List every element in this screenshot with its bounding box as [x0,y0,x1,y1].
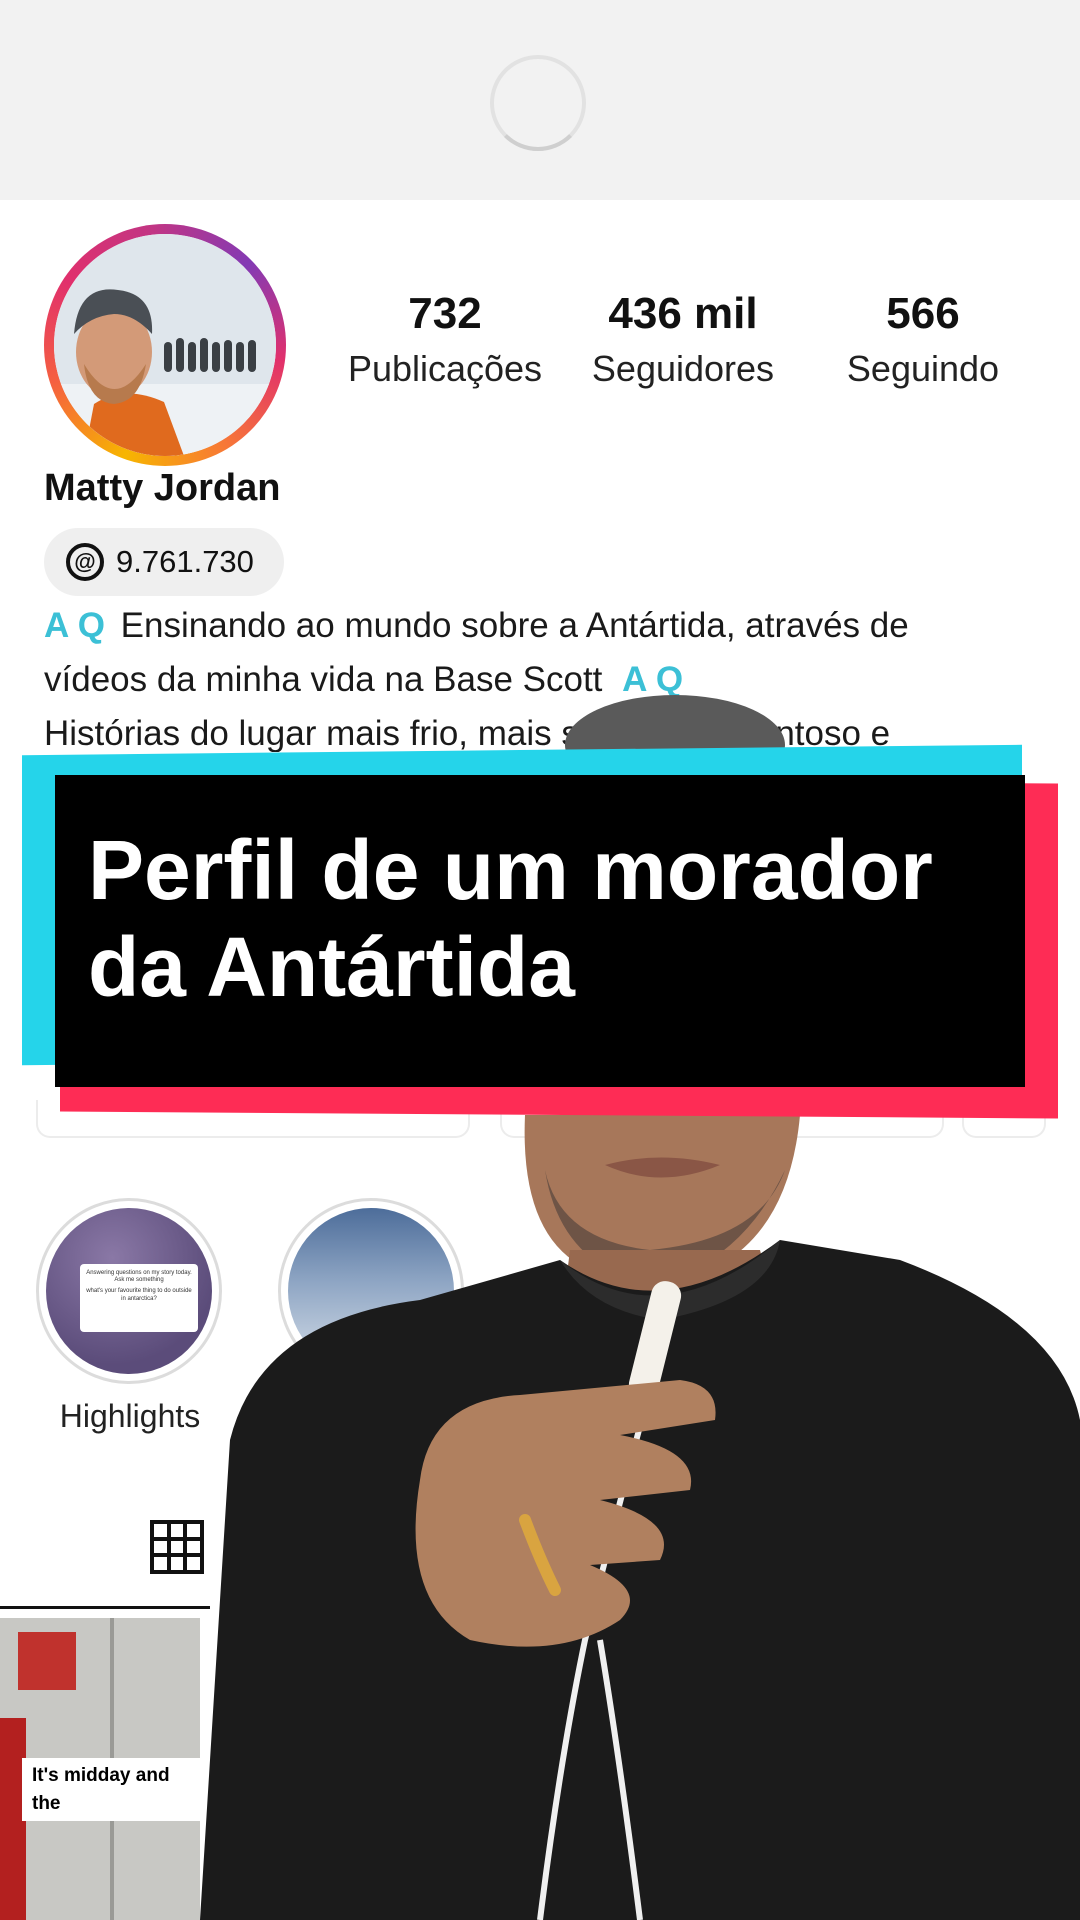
following-count: 566 [886,289,960,338]
title-banner-text: Perfil de um morador da Antártida [88,822,1008,1015]
threads-badge[interactable]: @ 9.761.730 [44,528,284,596]
highlight-card-question: what's your favourite thing to do outsid… [86,1288,192,1302]
stat-followers[interactable]: 436 mil Seguidores [568,289,798,390]
title-line-2: da Antártida [88,919,575,1014]
stat-posts[interactable]: 732 Publicações [330,289,560,390]
loading-spinner-icon [490,55,586,151]
threads-count: 9.761.730 [116,544,254,579]
title-line-1: Perfil de um morador [88,823,933,917]
bio-marks: A Q [44,606,105,645]
bio-text-2: vídeos da minha vida na Base Scott [44,660,603,699]
post-thumbnail[interactable]: It's midday and the [0,1618,200,1920]
post-caption: It's midday and the [22,1758,200,1822]
profile-name: Matty Jordan [44,467,281,509]
followers-label: Seguidores [591,348,775,390]
threads-icon: @ [66,543,104,581]
highlight-label: Highlights [59,1398,201,1434]
followers-count: 436 mil [608,289,758,338]
avatar-photo [54,234,276,456]
stat-following[interactable]: 566 Seguindo [808,289,1038,390]
bio-text-3: Histórias do lugar mais frio, mais seco,… [44,714,891,752]
highlight-item[interactable]: Answering questions on my story today. A… [36,1198,222,1384]
following-label: Seguindo [846,348,1000,390]
bio-line-3: Histórias do lugar mais frio, mais seco,… [44,714,890,752]
profile-avatar[interactable] [54,234,276,456]
bio-marks-end: A Q [622,660,684,699]
highlight-item[interactable] [278,1198,464,1384]
grid-tab-indicator [0,1606,210,1609]
bio-line-2: vídeos da minha vida na Base Scott A Q [44,660,689,700]
highlight-card: Answering questions on my story today. A… [80,1264,198,1332]
grid-icon[interactable] [150,1520,204,1574]
bio-line-1: A Q Ensinando ao mundo sobre a Antártida… [44,606,909,646]
posts-label: Publicações [347,348,543,390]
highlight-card-text: Answering questions on my story today. A… [86,1270,192,1284]
bio-text-1: Ensinando ao mundo sobre a Antártida, at… [120,606,909,645]
posts-count: 732 [408,289,482,338]
top-loading-bar [0,0,1080,200]
